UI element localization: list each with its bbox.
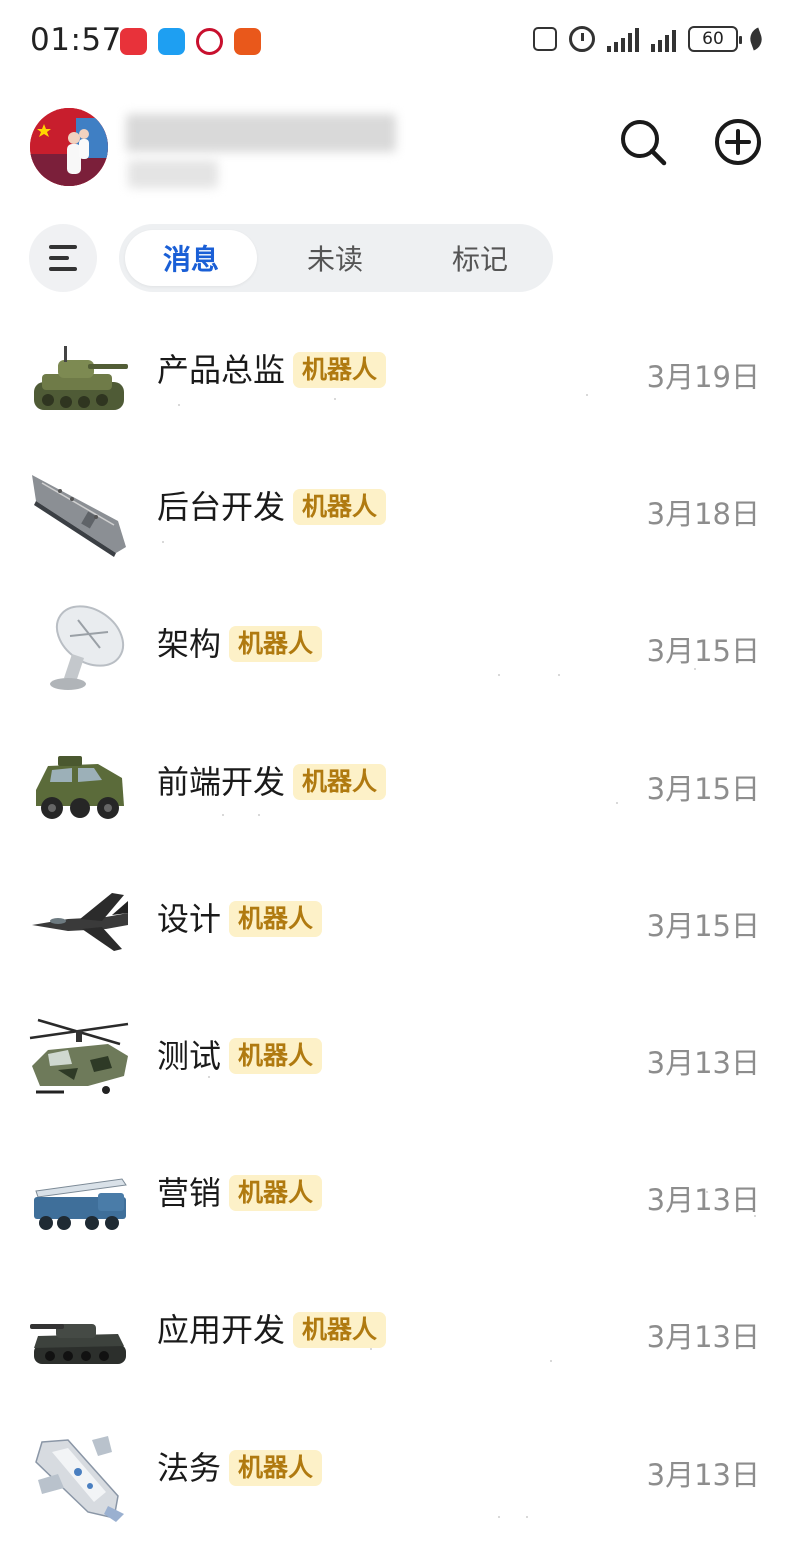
chat-date: 3月19日 [646, 360, 760, 394]
armored-vehicle-icon [36, 755, 124, 819]
chat-avatar [28, 1010, 130, 1112]
chat-row[interactable]: 后台开发 机器人 3月18日 [0, 439, 798, 576]
bank-app-icon [196, 28, 223, 55]
header [0, 100, 798, 200]
bot-badge: 机器人 [229, 1175, 323, 1212]
chat-row[interactable]: 法务 机器人 3月13日 [0, 1400, 798, 1537]
chat-row[interactable]: 架构 机器人 3月15日 [0, 576, 798, 713]
status-right: 60 [533, 26, 766, 52]
app-root: 01:57 60 消息 未读 标记 产品总监 机器人 3月19日 后台开发 机器… [0, 0, 798, 1554]
chat-date: 3月13日 [646, 1045, 760, 1080]
chat-name: 测试 [157, 1036, 222, 1075]
chat-preview-blank [158, 953, 758, 959]
chat-preview-blank [158, 1191, 758, 1233]
chat-preview-blank [158, 541, 758, 547]
missile-launcher-icon [34, 1178, 127, 1231]
signal-icon [607, 26, 639, 52]
tab-unread[interactable]: 未读 [269, 230, 401, 286]
alarm-icon [569, 26, 595, 52]
chat-avatar [28, 1284, 130, 1386]
username-blurred [126, 114, 396, 152]
chat-avatar [28, 873, 130, 975]
chat-date: 3月13日 [646, 1457, 760, 1492]
fighter-jet-icon [32, 892, 128, 951]
bot-badge: 机器人 [293, 352, 387, 388]
tab-marked[interactable]: 标记 [414, 230, 546, 286]
bot-badge: 机器人 [293, 1312, 387, 1349]
chat-name: 设计 [157, 899, 222, 938]
my-avatar[interactable] [30, 108, 108, 186]
add-button[interactable] [712, 116, 764, 168]
huawei-app-icon [120, 28, 147, 55]
chat-date: 3月13日 [646, 1183, 760, 1218]
chat-avatar [28, 1147, 130, 1249]
messages-app-icon [158, 28, 185, 55]
helicopter-icon [29, 1018, 129, 1094]
chat-row[interactable]: 应用开发 机器人 3月13日 [0, 1262, 798, 1399]
chat-row[interactable]: 营销 机器人 3月13日 [0, 1125, 798, 1262]
bot-badge: 机器人 [229, 1449, 323, 1486]
satellite-dish-icon [50, 605, 125, 691]
spaceship-icon [35, 1435, 124, 1522]
search-icon [621, 120, 667, 166]
chat-preview-blank [158, 1348, 758, 1370]
chat-avatar [28, 461, 130, 563]
status-time: 01:57 [30, 22, 122, 58]
chat-row[interactable]: 测试 机器人 3月13日 [0, 988, 798, 1125]
aircraft-carrier-icon [32, 475, 126, 558]
chat-name: 法务 [157, 1448, 222, 1487]
chat-name: 架构 [157, 625, 222, 664]
bot-badge: 机器人 [229, 626, 323, 663]
chat-list: 产品总监 机器人 3月19日 后台开发 机器人 3月18日 架构 机器人 3月1… [0, 302, 798, 1537]
nfc-icon [533, 27, 557, 51]
bot-badge: 机器人 [229, 1037, 323, 1074]
chat-preview-blank [158, 801, 758, 822]
bot-badge: 机器人 [229, 900, 323, 937]
chat-preview-blank [158, 394, 758, 410]
chat-row[interactable]: 设计 机器人 3月15日 [0, 851, 798, 988]
chat-date: 3月15日 [646, 771, 760, 806]
bot-badge: 机器人 [293, 763, 387, 800]
chat-avatar [28, 1422, 130, 1524]
chat-date: 3月15日 [646, 908, 760, 943]
chat-name: 前端开发 [157, 762, 286, 801]
battery-icon: 60 [688, 26, 742, 52]
tank-icon [30, 1324, 126, 1365]
battery-level: 60 [702, 29, 724, 49]
chat-preview-blank [158, 1502, 758, 1518]
menu-button[interactable] [29, 224, 97, 292]
chat-row[interactable]: 前端开发 机器人 3月15日 [0, 714, 798, 851]
chat-name: 营销 [157, 1174, 222, 1213]
tank-icon [29, 325, 129, 425]
menu-icon [49, 245, 77, 249]
power-saving-icon [746, 27, 766, 51]
chat-date: 3月13日 [646, 1320, 760, 1355]
filter-row: 消息 未读 标记 [0, 222, 798, 294]
plus-circle-icon [715, 119, 761, 165]
status-bar: 01:57 60 [0, 0, 798, 84]
chat-date: 3月18日 [646, 497, 760, 532]
chat-preview-blank [158, 668, 758, 684]
signal-icon-2 [651, 26, 676, 52]
my-avatar-image [30, 108, 108, 186]
chat-date: 3月15日 [646, 634, 760, 669]
search-button[interactable] [617, 116, 669, 168]
chat-row[interactable]: 产品总监 机器人 3月19日 [0, 302, 798, 439]
chat-avatar [28, 324, 130, 426]
shopping-app-icon [234, 28, 261, 55]
chat-name: 产品总监 [157, 351, 286, 389]
chat-avatar [28, 598, 130, 700]
tab-messages[interactable]: 消息 [125, 230, 257, 286]
chat-name: 后台开发 [157, 488, 286, 527]
chat-name: 应用开发 [157, 1311, 286, 1350]
chat-preview-blank [158, 1075, 758, 1096]
chat-avatar [28, 736, 130, 838]
user-subtitle-blurred [128, 160, 218, 188]
notification-icons [120, 28, 261, 55]
message-filter-tabs: 消息 未读 标记 [119, 224, 553, 292]
bot-badge: 机器人 [293, 489, 387, 526]
